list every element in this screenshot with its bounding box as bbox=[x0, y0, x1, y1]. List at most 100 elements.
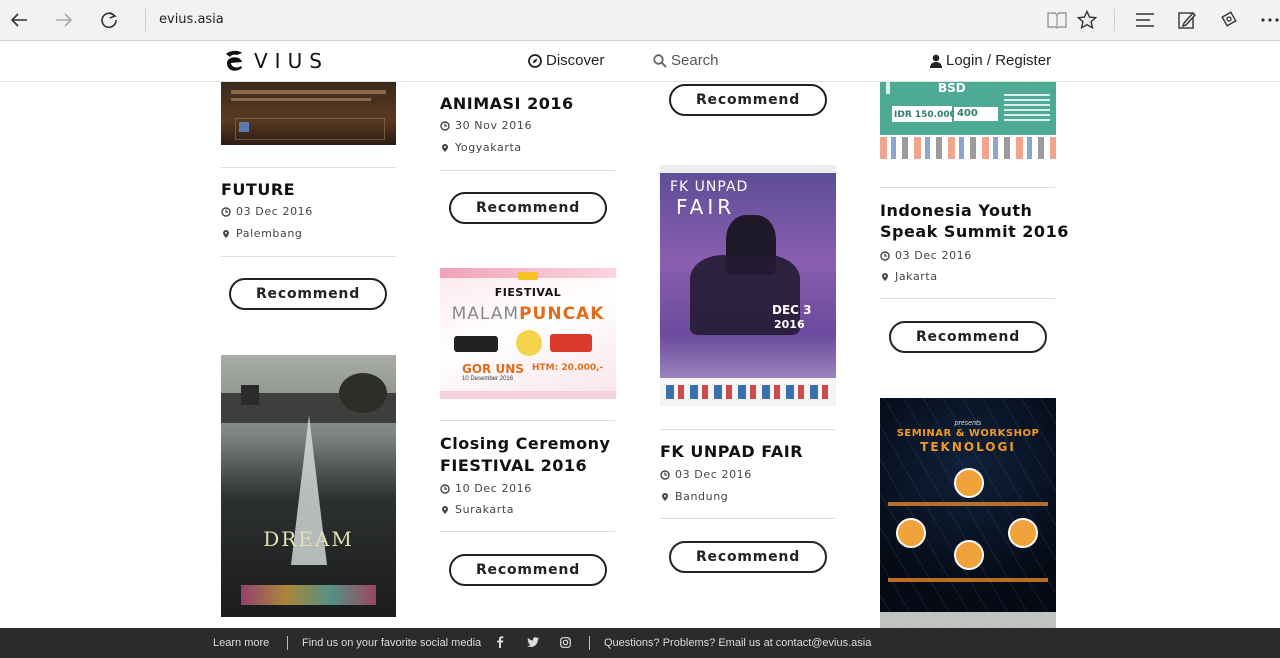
search-icon bbox=[653, 53, 667, 68]
nav-discover-label: Discover bbox=[546, 52, 605, 69]
event-location: Jakarta bbox=[880, 270, 938, 283]
logo-text: VIUS bbox=[254, 49, 329, 73]
poster-fk-sub: FAIR bbox=[676, 195, 736, 219]
event-date-text: 30 Nov 2016 bbox=[455, 119, 533, 132]
card-divider bbox=[440, 531, 615, 532]
twitter-icon[interactable] bbox=[527, 637, 539, 650]
clock-icon bbox=[440, 120, 450, 131]
card-divider bbox=[440, 170, 615, 171]
event-location: Surakarta bbox=[440, 503, 514, 516]
learn-more-link[interactable]: Learn more bbox=[213, 637, 269, 649]
event-title-line-1[interactable]: Indonesia Youth bbox=[880, 200, 1032, 222]
card-divider bbox=[660, 429, 835, 430]
share-icon[interactable] bbox=[1213, 5, 1245, 35]
nav-search[interactable]: Search bbox=[653, 52, 719, 69]
clock-icon bbox=[660, 469, 670, 480]
poster-fk-title: FK UNPAD bbox=[670, 179, 749, 195]
hub-menu-icon[interactable] bbox=[1129, 5, 1161, 35]
event-date-text: 10 Dec 2016 bbox=[455, 482, 532, 495]
event-poster-fiestival[interactable]: FIESTIVAL MALAMPUNCAK GOR UNS 10 Desembe… bbox=[440, 268, 616, 399]
event-title[interactable]: ANIMASI 2016 bbox=[440, 93, 574, 115]
poster-youth-price: IDR 150.000 bbox=[894, 110, 956, 120]
event-location-text: Palembang bbox=[236, 227, 303, 240]
recommend-button[interactable]: Recommend bbox=[449, 192, 607, 224]
poster-date: 10 Desember 2016 bbox=[462, 376, 514, 382]
reading-view-icon[interactable] bbox=[1041, 5, 1073, 35]
poster-fk-date: DEC 3 bbox=[772, 303, 812, 317]
card-divider bbox=[880, 298, 1055, 299]
nav-login-label: Login / Register bbox=[946, 52, 1052, 69]
clock-icon bbox=[440, 483, 450, 494]
event-poster-youth-summit[interactable]: BSD IDR 150.000 400 bbox=[880, 82, 1056, 135]
address-bar[interactable]: evius.asia bbox=[159, 12, 224, 27]
card-divider bbox=[880, 187, 1055, 188]
poster-youth-num: 400 bbox=[957, 108, 978, 119]
poster-brand: FIESTIVAL bbox=[494, 286, 562, 299]
compass-icon bbox=[528, 53, 542, 68]
nav-discover[interactable]: Discover bbox=[528, 52, 604, 69]
event-title[interactable]: FK UNPAD FAIR bbox=[660, 441, 803, 463]
event-location-text: Jakarta bbox=[895, 270, 938, 283]
footer-divider bbox=[287, 636, 288, 650]
evius-logo[interactable]: VIUS bbox=[224, 48, 329, 74]
site-footer: Learn more Find us on your favorite soci… bbox=[0, 628, 1280, 658]
logo-mark-icon bbox=[226, 50, 242, 71]
poster-price: HTM: 20.000,- bbox=[532, 363, 604, 373]
event-date: 30 Nov 2016 bbox=[440, 119, 532, 132]
poster-seminar-line2: TEKNOLOGI bbox=[920, 440, 1016, 454]
recommend-button[interactable]: Recommend bbox=[449, 554, 607, 586]
recommend-button[interactable]: Recommend bbox=[889, 321, 1047, 353]
map-marker-icon bbox=[662, 492, 668, 501]
event-location: Bandung bbox=[660, 490, 728, 503]
map-marker-icon bbox=[442, 143, 448, 152]
footer-contact-text[interactable]: Questions? Problems? Email us at contact… bbox=[604, 637, 871, 649]
footer-social-text: Find us on your favorite social media bbox=[302, 637, 482, 649]
poster-venue: GOR UNS bbox=[462, 362, 524, 376]
event-date: 10 Dec 2016 bbox=[440, 482, 532, 495]
poster-headline-b: PUNCAK bbox=[519, 304, 605, 324]
event-poster-dream[interactable]: DREAM bbox=[221, 355, 396, 617]
poster-seminar-line1: SEMINAR & WORKSHOP bbox=[896, 428, 1040, 439]
map-marker-icon bbox=[223, 229, 229, 238]
facebook-icon[interactable] bbox=[496, 636, 504, 651]
recommend-button[interactable]: Recommend bbox=[229, 278, 387, 310]
poster-headline-a: MALAM bbox=[451, 304, 520, 324]
card-divider bbox=[660, 518, 835, 519]
event-poster-fkunpad[interactable]: FK UNPAD FAIR DEC 3 2016 bbox=[660, 165, 836, 406]
sponsor-strip bbox=[880, 137, 1056, 159]
event-grid: FUTURE 03 Dec 2016 Palembang Recommend D… bbox=[0, 82, 1280, 628]
poster-seminar-pre: presents bbox=[954, 420, 982, 427]
card-divider bbox=[440, 420, 615, 421]
event-date-text: 03 Dec 2016 bbox=[895, 249, 972, 262]
card-divider bbox=[221, 167, 396, 168]
event-title-line-2[interactable]: FIESTIVAL 2016 bbox=[440, 455, 587, 477]
event-date-text: 03 Dec 2016 bbox=[236, 205, 313, 218]
event-date-text: 03 Dec 2016 bbox=[675, 468, 752, 481]
poster-dream-text: DREAM bbox=[263, 527, 354, 551]
forward-icon[interactable] bbox=[48, 5, 80, 35]
event-poster-seminar[interactable]: presents SEMINAR & WORKSHOP TEKNOLOGI bbox=[880, 398, 1056, 628]
back-icon[interactable] bbox=[3, 5, 35, 35]
address-divider bbox=[145, 9, 146, 31]
web-note-icon[interactable] bbox=[1171, 5, 1203, 35]
event-title-line-1[interactable]: Closing Ceremony bbox=[440, 433, 610, 455]
event-location-text: Bandung bbox=[675, 490, 729, 503]
refresh-icon[interactable] bbox=[93, 5, 125, 35]
poster-youth-bsd: BSD bbox=[938, 82, 966, 95]
favorite-star-icon[interactable] bbox=[1071, 5, 1103, 35]
toolbar-divider bbox=[1114, 9, 1115, 31]
card-divider bbox=[221, 256, 396, 257]
browser-toolbar: evius.asia bbox=[0, 0, 1280, 41]
event-title[interactable]: FUTURE bbox=[221, 179, 295, 201]
recommend-button[interactable]: Recommend bbox=[669, 84, 827, 116]
map-marker-icon bbox=[442, 505, 448, 514]
nav-login[interactable]: Login / Register bbox=[930, 52, 1051, 69]
event-location: Palembang bbox=[221, 227, 303, 240]
clock-icon bbox=[221, 206, 231, 217]
more-options-icon[interactable] bbox=[1254, 5, 1280, 35]
poster-fk-year: 2016 bbox=[774, 318, 805, 331]
event-poster-future[interactable] bbox=[221, 82, 396, 145]
event-title-line-2[interactable]: Speak Summit 2016 bbox=[880, 221, 1069, 243]
recommend-button[interactable]: Recommend bbox=[669, 541, 827, 573]
instagram-icon[interactable] bbox=[560, 637, 571, 651]
